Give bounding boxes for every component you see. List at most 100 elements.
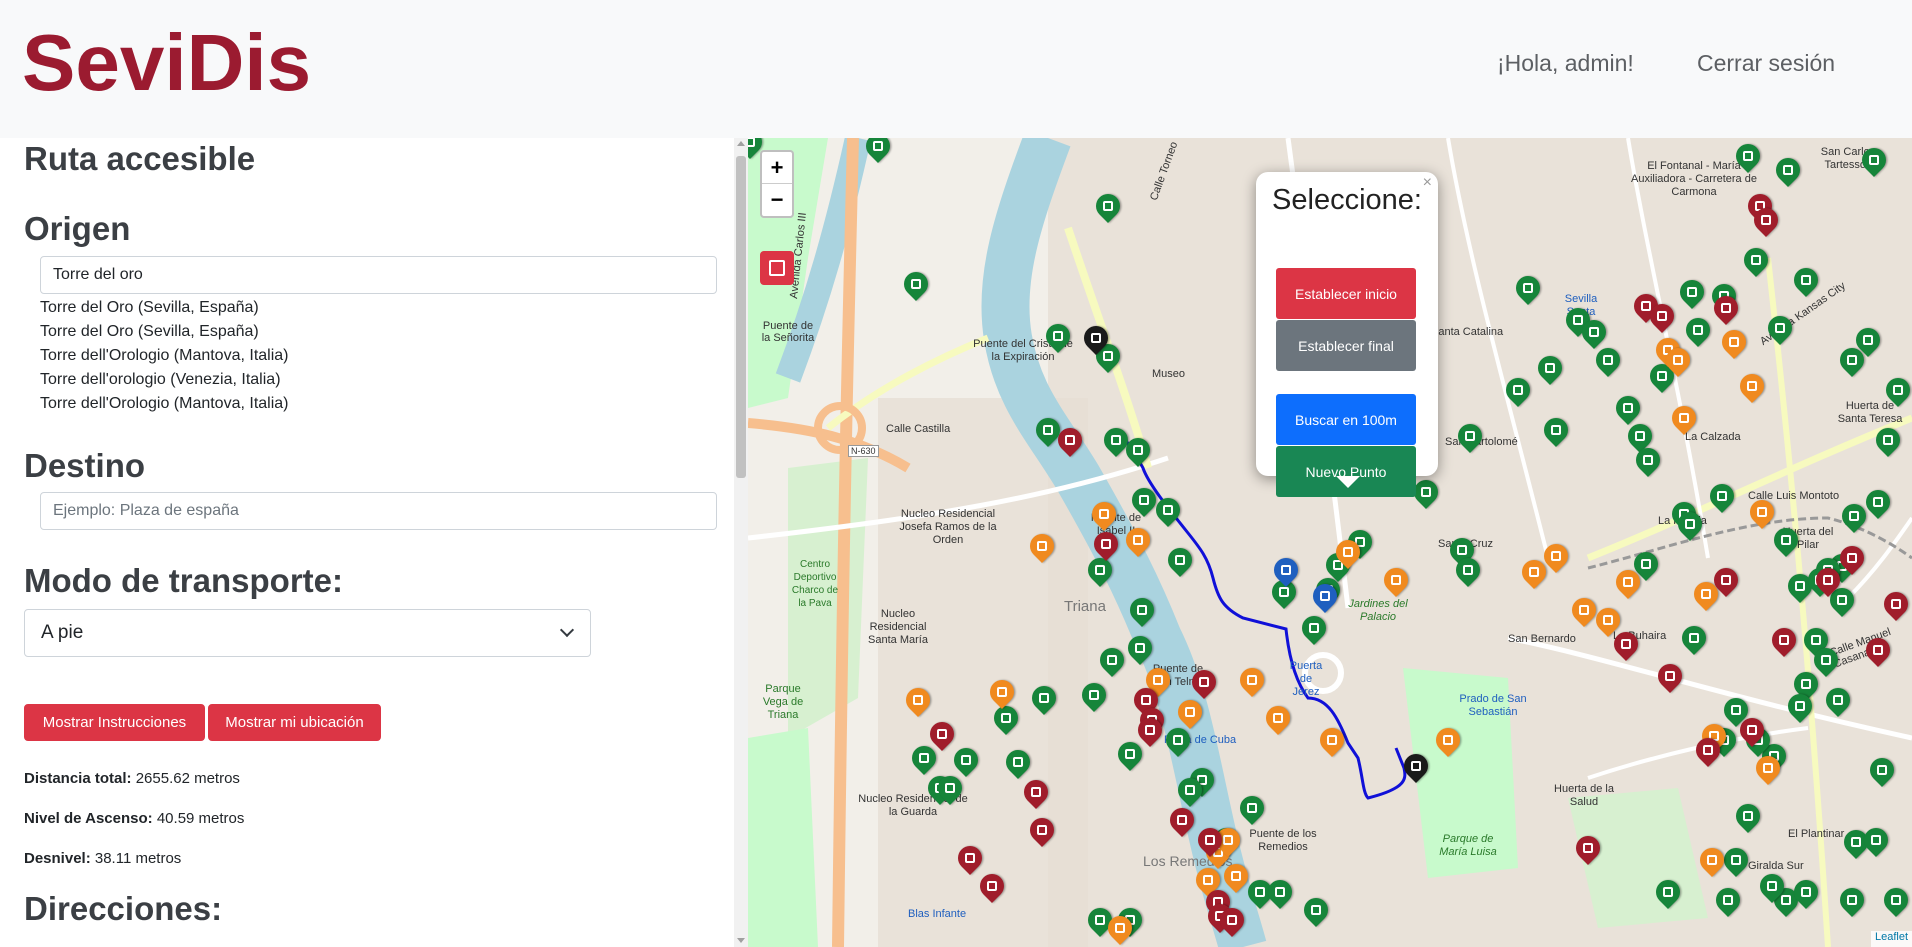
map-marker-icon[interactable] — [1399, 749, 1433, 783]
map-marker-icon[interactable] — [1571, 831, 1605, 865]
map-marker-icon[interactable] — [1095, 643, 1129, 677]
map-marker-icon[interactable] — [1087, 497, 1121, 531]
new-point-button[interactable]: Nuevo Punto — [1276, 446, 1416, 497]
map-marker-icon[interactable] — [1539, 413, 1573, 447]
map-marker-icon[interactable] — [1163, 543, 1197, 577]
map-marker-icon[interactable] — [1511, 271, 1545, 305]
map-attribution[interactable]: Leaflet — [1870, 931, 1912, 947]
map-marker-icon[interactable] — [1121, 523, 1155, 557]
map-marker-icon[interactable] — [901, 683, 935, 717]
map-marker-icon[interactable] — [1187, 665, 1221, 699]
map-marker-icon[interactable] — [1091, 189, 1125, 223]
map-marker-icon[interactable] — [1879, 883, 1912, 917]
brand-logo[interactable]: SeviDis — [22, 18, 311, 108]
show-instructions-button[interactable]: Mostrar Instrucciones — [24, 704, 205, 741]
map-marker-icon[interactable] — [1041, 319, 1075, 353]
map[interactable]: Puente de la Señorita Avenida Carlos III… — [748, 138, 1912, 947]
map-marker-icon[interactable] — [1717, 325, 1751, 359]
scroll-up-icon[interactable] — [737, 141, 745, 146]
map-marker-icon[interactable] — [1763, 311, 1797, 345]
map-marker-icon[interactable] — [1769, 523, 1803, 557]
map-marker-icon[interactable] — [1695, 843, 1729, 877]
map-marker-icon[interactable] — [1297, 611, 1331, 645]
map-marker-icon[interactable] — [1533, 351, 1567, 385]
map-marker-icon[interactable] — [1835, 883, 1869, 917]
suggestion-item[interactable]: Torre dell'Orologio (Mantova, Italia) — [40, 344, 680, 368]
map-marker-icon[interactable] — [1871, 423, 1905, 457]
suggestion-item[interactable]: Torre del Oro (Sevilla, España) — [40, 320, 680, 344]
logout-link[interactable]: Cerrar sesión — [1697, 50, 1835, 77]
map-marker-icon[interactable] — [953, 841, 987, 875]
map-marker-icon[interactable] — [907, 741, 941, 775]
map-marker-icon[interactable] — [1821, 683, 1855, 717]
transport-select[interactable]: A pie — [24, 609, 591, 657]
map-marker-icon[interactable] — [1077, 678, 1111, 712]
map-marker-icon[interactable] — [1261, 701, 1295, 735]
map-marker-icon[interactable] — [1113, 737, 1147, 771]
map-marker-icon[interactable] — [1501, 373, 1535, 407]
map-marker-icon[interactable] — [1235, 663, 1269, 697]
map-marker-icon[interactable] — [975, 869, 1009, 903]
map-marker-icon[interactable] — [1591, 343, 1625, 377]
map-marker-icon[interactable] — [1027, 681, 1061, 715]
zoom-out-button[interactable]: − — [762, 184, 792, 216]
map-marker-icon[interactable] — [1651, 875, 1685, 909]
map-marker-icon[interactable] — [1125, 593, 1159, 627]
map-marker-icon[interactable] — [1315, 723, 1349, 757]
map-marker-icon[interactable] — [1263, 875, 1297, 909]
map-marker-icon[interactable] — [1859, 823, 1893, 857]
greeting-link[interactable]: ¡Hola, admin! — [1497, 50, 1634, 77]
map-marker-icon[interactable] — [1881, 373, 1912, 407]
map-marker-icon[interactable] — [1731, 799, 1765, 833]
map-marker-icon[interactable] — [1731, 139, 1765, 173]
suggestion-item[interactable]: Torre dell'orologio (Venezia, Italia) — [40, 368, 680, 392]
map-marker-icon[interactable] — [1653, 659, 1687, 693]
map-marker-icon[interactable] — [1025, 529, 1059, 563]
map-marker-icon[interactable] — [1681, 313, 1715, 347]
map-marker-icon[interactable] — [1611, 391, 1645, 425]
map-marker-icon[interactable] — [985, 675, 1019, 709]
search-100m-button[interactable]: Buscar en 100m — [1276, 394, 1416, 445]
map-marker-icon[interactable] — [1431, 723, 1465, 757]
map-marker-icon[interactable] — [1789, 263, 1823, 297]
map-marker-icon[interactable] — [1269, 553, 1303, 587]
map-marker-icon[interactable] — [1609, 627, 1643, 661]
panel-scrollbar[interactable] — [734, 138, 748, 947]
map-marker-icon[interactable] — [1001, 745, 1035, 779]
map-marker-icon[interactable] — [1705, 479, 1739, 513]
map-marker-icon[interactable] — [925, 717, 959, 751]
suggestion-item[interactable]: Torre del Oro (Sevilla, España) — [40, 296, 680, 320]
map-marker-icon[interactable] — [1083, 553, 1117, 587]
exit-map-button[interactable] — [760, 251, 794, 285]
map-marker-icon[interactable] — [1165, 803, 1199, 837]
show-location-button[interactable]: Mostrar mi ubicación — [208, 704, 381, 741]
scrollbar-thumb[interactable] — [736, 156, 746, 478]
set-start-button[interactable]: Establecer inicio — [1276, 268, 1416, 319]
map-marker-icon[interactable] — [1771, 153, 1805, 187]
map-marker-icon[interactable] — [1735, 369, 1769, 403]
map-marker-icon[interactable] — [1739, 243, 1773, 277]
map-marker-icon[interactable] — [899, 267, 933, 301]
map-marker-icon[interactable] — [1865, 753, 1899, 787]
map-marker-icon[interactable] — [1173, 695, 1207, 729]
map-marker-icon[interactable] — [1861, 633, 1895, 667]
destination-input[interactable] — [40, 492, 717, 530]
map-marker-icon[interactable] — [1667, 401, 1701, 435]
map-marker-icon[interactable] — [1857, 143, 1891, 177]
map-marker-icon[interactable] — [1767, 623, 1801, 657]
map-marker-icon[interactable] — [1089, 527, 1123, 561]
map-marker-icon[interactable] — [1453, 419, 1487, 453]
map-marker-icon[interactable] — [1299, 893, 1333, 927]
map-marker-icon[interactable] — [1675, 275, 1709, 309]
map-marker-icon[interactable] — [1677, 621, 1711, 655]
map-marker-icon[interactable] — [989, 701, 1023, 735]
map-marker-icon[interactable] — [1379, 563, 1413, 597]
origin-input[interactable] — [40, 256, 717, 294]
map-marker-icon[interactable] — [1123, 631, 1157, 665]
suggestion-item[interactable]: Torre dell'Orologio (Mantova, Italia) — [40, 392, 680, 416]
map-marker-icon[interactable] — [861, 138, 895, 163]
map-marker-icon[interactable] — [1711, 883, 1745, 917]
map-marker-icon[interactable] — [1879, 587, 1912, 621]
scroll-down-icon[interactable] — [737, 938, 745, 943]
map-marker-icon[interactable] — [1235, 791, 1269, 825]
